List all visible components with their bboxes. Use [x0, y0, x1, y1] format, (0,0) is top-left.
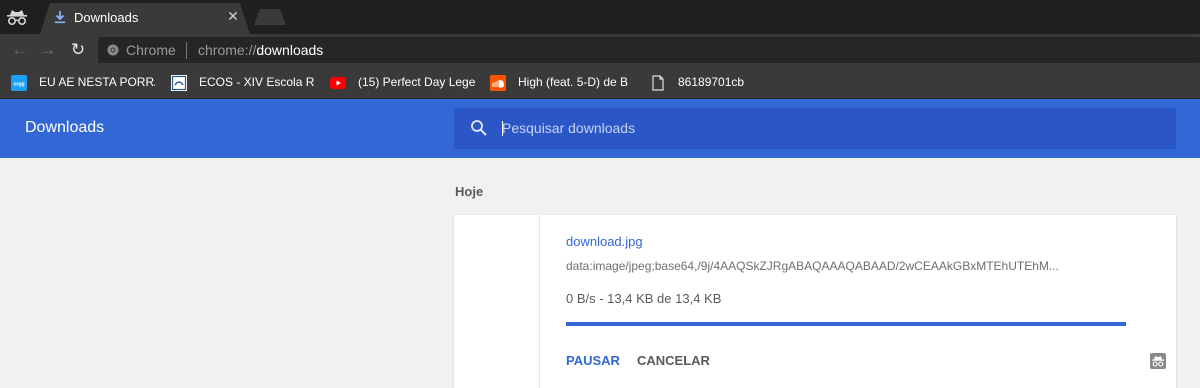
- search-box[interactable]: [454, 108, 1176, 149]
- close-icon[interactable]: ✕: [226, 8, 240, 25]
- tab-title: Downloads: [74, 10, 139, 25]
- page-title: Downloads: [25, 119, 105, 136]
- incognito-icon: [7, 10, 27, 26]
- forward-arrow-icon[interactable]: →: [38, 40, 58, 60]
- new-tab-button[interactable]: [254, 9, 286, 25]
- bookmark-item[interactable]: (15) Perfect Day Lege: [330, 74, 476, 92]
- reload-icon[interactable]: ↻: [68, 40, 88, 60]
- omnibox-url[interactable]: chrome://downloads: [198, 42, 323, 58]
- svg-text:orgg: orgg: [13, 82, 24, 88]
- bookmark-item[interactable]: High (feat. 5-D) de B: [490, 74, 636, 92]
- back-arrow-icon[interactable]: ←: [10, 40, 30, 60]
- toolbar: ← → ↻ Chrome chrome://downloads: [0, 34, 1200, 66]
- pause-button[interactable]: PAUSAR: [566, 353, 620, 368]
- bookmarks-bar: orgg EU AE NESTA PORRA ECOS - XIV Escola…: [0, 66, 1200, 99]
- bookmark-item[interactable]: orgg EU AE NESTA PORRA: [11, 74, 155, 92]
- omnibox[interactable]: Chrome chrome://downloads: [98, 37, 1200, 63]
- soundcloud-icon: [490, 75, 506, 91]
- orgg-icon: orgg: [11, 75, 27, 91]
- search-icon[interactable]: [470, 119, 488, 137]
- page-icon: [652, 75, 664, 91]
- url-prefix: chrome://: [198, 42, 257, 58]
- download-item-card: download.jpg data:image/jpeg;base64,/9j/…: [454, 215, 1176, 388]
- download-progress-bar: [566, 322, 1126, 326]
- youtube-icon: [330, 77, 346, 89]
- bookmark-label: High (feat. 5-D) de B: [518, 75, 629, 89]
- bookmark-label: EU AE NESTA PORRA: [39, 75, 155, 89]
- file-source-url[interactable]: data:image/jpeg;base64,/9j/4AAQSkZJRgABA…: [566, 259, 1122, 273]
- chrome-icon: [107, 44, 119, 56]
- omnibox-scheme-label: Chrome: [126, 42, 176, 58]
- download-icon: [55, 11, 65, 24]
- text-caret: [502, 121, 503, 136]
- ecos-icon: [171, 75, 187, 91]
- incognito-icon: [1150, 353, 1166, 369]
- date-section-label: Hoje: [455, 184, 484, 199]
- downloads-header: Downloads: [0, 99, 1200, 158]
- omnibox-separator: [186, 42, 187, 59]
- cancel-button[interactable]: CANCELAR: [637, 353, 710, 368]
- search-input[interactable]: [502, 116, 1142, 140]
- bookmark-item[interactable]: 86189701cb: [650, 74, 750, 92]
- bookmark-label: (15) Perfect Day Lege: [358, 75, 476, 89]
- bookmark-label: ECOS - XIV Escola Re: [199, 75, 315, 89]
- card-divider: [539, 215, 540, 388]
- bookmark-item[interactable]: ECOS - XIV Escola Re: [171, 74, 315, 92]
- download-progress-fill: [566, 322, 1126, 326]
- bookmark-label: 86189701cb: [678, 75, 745, 89]
- download-status: 0 B/s - 13,4 KB de 13,4 KB: [566, 291, 722, 306]
- tab-strip: Downloads ✕: [0, 0, 1200, 34]
- file-name-link[interactable]: download.jpg: [566, 234, 643, 249]
- tab-downloads[interactable]: Downloads ✕: [40, 3, 250, 34]
- url-host: downloads: [256, 42, 324, 58]
